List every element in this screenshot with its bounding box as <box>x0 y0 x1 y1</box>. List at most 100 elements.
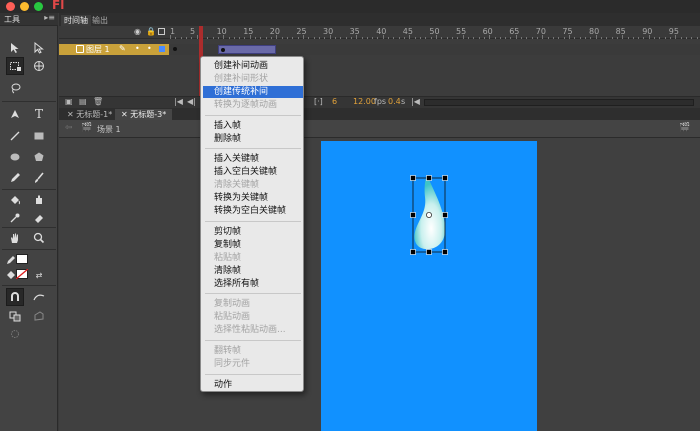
tools-divider <box>2 189 56 190</box>
menu-item[interactable]: 插入关键帧 <box>203 153 303 165</box>
lock-icon[interactable]: 🔒 <box>146 27 156 36</box>
subselection-tool-icon[interactable] <box>30 39 48 57</box>
snap-magnet-icon[interactable] <box>6 288 24 306</box>
close-window-button[interactable] <box>6 2 15 11</box>
line-tool-icon[interactable] <box>6 127 24 145</box>
timeline-scrollbar[interactable] <box>424 99 694 106</box>
layer-row[interactable]: 图层 1 ✎ • • <box>59 44 700 55</box>
document-tab-active[interactable]: ✕ 无标题-3* <box>115 109 173 120</box>
layer-lock-dot[interactable]: • <box>147 44 152 53</box>
layer-name-cell[interactable]: 图层 1 ✎ • • <box>59 44 169 55</box>
menu-item[interactable]: 剪切帧 <box>203 226 303 238</box>
menu-item[interactable]: 插入空白关键帧 <box>203 166 303 178</box>
timeline-panel: 时间轴 输出 ◉ 🔒 1 5 10 15 20 25 30 35 40 45 50 55 60 65 70 7… <box>59 13 700 108</box>
ruler-tick <box>212 37 214 39</box>
smooth-icon[interactable] <box>30 288 48 306</box>
menu-item[interactable]: 转换为空白关键帧 <box>203 205 303 217</box>
menu-item[interactable]: 复制帧 <box>203 239 303 251</box>
hand-tool-icon[interactable] <box>6 229 24 247</box>
rotate-option-icon[interactable] <box>6 325 24 343</box>
selected-frame-span[interactable] <box>218 45 276 54</box>
ruler-tick <box>233 37 235 39</box>
selection-tool-icon[interactable] <box>6 39 24 57</box>
zoom-tool-icon[interactable] <box>30 229 48 247</box>
ruler-tick <box>521 37 523 39</box>
text-tool-icon[interactable]: T <box>30 105 48 123</box>
ruler-tick <box>329 35 331 39</box>
scene-clapper-icon: 🎬 <box>81 123 93 133</box>
ruler-frame-number: 70 <box>535 27 546 36</box>
pencil-tool-icon[interactable] <box>6 169 24 187</box>
tab-timeline[interactable]: 时间轴 <box>61 15 91 26</box>
swap-colors-icon[interactable]: ⇄ <box>30 266 48 284</box>
ink-bottle-tool-icon[interactable] <box>30 191 48 209</box>
pen-tool-icon[interactable] <box>6 105 24 123</box>
center-frame-icon[interactable]: [·] <box>314 97 323 106</box>
3d-rotation-tool-icon[interactable] <box>30 57 48 75</box>
current-frame[interactable]: 6 <box>332 97 337 106</box>
frame-rate[interactable]: 12.00 <box>353 97 376 106</box>
menu-item[interactable]: 清除帧 <box>203 265 303 277</box>
menu-item[interactable]: 插入帧 <box>203 120 303 132</box>
close-icon[interactable]: ✕ <box>121 110 130 119</box>
new-layer-icon[interactable]: ▣ <box>65 97 73 106</box>
menu-item[interactable]: 创建传统补间 <box>203 85 303 98</box>
panel-menu-button[interactable]: ▸≡ <box>44 13 55 22</box>
window-titlebar: Fl <box>0 0 700 13</box>
menu-item[interactable]: 删除帧 <box>203 133 303 145</box>
ruler-tick <box>430 37 432 39</box>
close-icon[interactable]: ✕ <box>67 110 76 119</box>
keyframe-marker[interactable] <box>221 48 225 52</box>
scroll-left-icon[interactable]: |◀ <box>411 97 420 106</box>
zoom-window-button[interactable] <box>34 2 43 11</box>
edit-scene-icon[interactable]: 🎬 <box>679 123 690 133</box>
paint-bucket-tool-icon[interactable] <box>6 191 24 209</box>
outline-icon[interactable] <box>158 28 165 35</box>
step-back-icon[interactable]: ◀| <box>187 97 196 106</box>
ruler-tick <box>675 35 677 39</box>
layer-outline-color[interactable] <box>159 46 165 52</box>
ruler-tick <box>664 37 666 39</box>
layer-visible-dot[interactable]: • <box>135 44 140 53</box>
ruler-tick <box>627 37 629 39</box>
fill-color-swatch[interactable] <box>16 269 28 279</box>
ruler-tick <box>425 37 427 39</box>
menu-item[interactable]: 转换为关键帧 <box>203 192 303 204</box>
layer-name[interactable]: 图层 1 <box>86 44 110 55</box>
delete-layer-icon[interactable]: 🗑 <box>93 97 103 106</box>
ruler-tick <box>499 37 501 39</box>
stroke-color-swatch[interactable] <box>16 254 28 264</box>
eraser-tool-icon[interactable] <box>30 209 48 227</box>
ruler-tick <box>404 37 406 39</box>
lasso-tool-icon[interactable] <box>6 79 24 97</box>
free-transform-tool-icon[interactable] <box>6 57 24 75</box>
straighten-icon[interactable] <box>6 307 24 325</box>
brush-tool-icon[interactable] <box>30 169 48 187</box>
ruler-tick <box>606 37 608 39</box>
ruler-tick <box>345 37 347 39</box>
oval-tool-icon[interactable] <box>6 148 24 166</box>
menu-item[interactable]: 创建补间动画 <box>203 60 303 72</box>
go-to-first-frame-icon[interactable]: |◀ <box>174 97 183 106</box>
frame-ruler[interactable]: 1 5 10 15 20 25 30 35 40 45 50 55 60 65 70 75 80 85 90 95 <box>170 26 700 39</box>
minimize-window-button[interactable] <box>20 2 29 11</box>
polystar-tool-icon[interactable] <box>30 148 48 166</box>
document-tab[interactable]: ✕ 无标题-1* <box>61 109 118 120</box>
menu-item[interactable]: 选择所有帧 <box>203 278 303 290</box>
menu-item[interactable]: 动作 <box>203 379 303 391</box>
eyedropper-tool-icon[interactable] <box>6 209 24 227</box>
eye-icon[interactable]: ◉ <box>134 27 141 36</box>
tab-output[interactable]: 输出 <box>89 15 111 26</box>
ruler-frame-number: 5 <box>190 27 196 36</box>
frames-area[interactable] <box>170 44 700 55</box>
rectangle-tool-icon[interactable] <box>30 127 48 145</box>
ruler-tick <box>414 37 416 39</box>
scale-option-icon[interactable] <box>30 307 48 325</box>
back-arrow-icon[interactable]: ⇦ <box>65 123 73 133</box>
keyframe-marker[interactable] <box>173 47 177 51</box>
droplet-graphic[interactable] <box>405 172 455 258</box>
ruler-tick <box>207 37 209 39</box>
ruler-tick <box>388 37 390 39</box>
new-folder-icon[interactable]: ▤ <box>79 97 87 106</box>
ruler-tick <box>584 37 586 39</box>
